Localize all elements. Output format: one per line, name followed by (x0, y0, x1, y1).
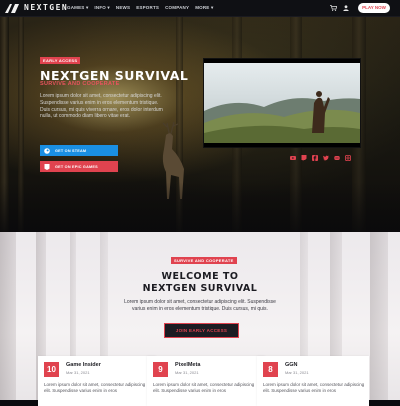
social-links (290, 155, 351, 161)
youtube-icon[interactable] (290, 155, 296, 161)
hero-subtitle: SURVIVE AND COOPERATE (40, 81, 120, 87)
epic-games-button[interactable]: GET ON EPIC GAMES (40, 161, 118, 172)
survive-badge: SURVIVE AND COOPERATE (171, 257, 237, 264)
review-text: Lorem ipsum dolor sit amet, consectetur … (153, 382, 255, 393)
review-text: Lorem ipsum dolor sit amet, consectetur … (44, 382, 146, 393)
menu-item-esports[interactable]: ESPORTS (136, 5, 159, 11)
early-access-badge: EARLY ACCESS (40, 57, 81, 64)
twitch-icon[interactable] (301, 155, 307, 161)
review-date: Mar 31, 2021 (175, 370, 199, 375)
menu-item-info[interactable]: INFO ▾ (94, 5, 109, 11)
review-card[interactable]: 10 Game Insider Mar 31, 2021 Lorem ipsum… (38, 356, 156, 406)
menu-item-more[interactable]: MORE ▾ (195, 5, 213, 11)
review-source: GGN (285, 362, 298, 368)
tree-trunk (0, 232, 16, 400)
cart-icon[interactable] (330, 5, 337, 11)
logo-text[interactable]: NEXTGEN (24, 3, 68, 12)
review-source: PixelMeta (175, 362, 201, 368)
user-icon[interactable] (343, 5, 349, 11)
trailer-video[interactable] (203, 58, 361, 148)
review-date: Mar 31, 2021 (66, 370, 90, 375)
epic-button-label: GET ON EPIC GAMES (55, 164, 98, 169)
review-source: Game Insider (66, 362, 101, 368)
discord-icon[interactable] (334, 155, 340, 161)
video-letterbox (204, 143, 360, 147)
main-menu: GAMES ▾ INFO ▾ NEWS ESPORTS COMPANY MORE… (67, 5, 213, 11)
hero-fade (0, 182, 400, 232)
welcome-description: Lorem ipsum dolor sit amet, consectetur … (124, 299, 276, 312)
review-score: 10 (44, 362, 59, 377)
review-score: 8 (263, 362, 278, 377)
hero-description: Lorem ipsum dolor sit amet, consectetur … (40, 93, 163, 120)
tree-trunk (370, 232, 388, 400)
twitter-icon[interactable] (323, 155, 329, 161)
steam-button[interactable]: GET ON STEAM (40, 145, 118, 156)
top-nav: NEXTGEN GAMES ▾ INFO ▾ NEWS ESPORTS COMP… (0, 0, 400, 17)
video-letterbox (204, 59, 360, 63)
steam-icon (44, 147, 50, 154)
steam-button-label: GET ON STEAM (55, 148, 87, 153)
review-date: Mar 31, 2021 (285, 370, 309, 375)
review-card[interactable]: 9 PixelMeta Mar 31, 2021 Lorem ipsum dol… (147, 356, 265, 406)
instagram-icon[interactable] (345, 155, 351, 161)
video-frame-image (204, 59, 360, 147)
menu-item-news[interactable]: NEWS (116, 5, 130, 11)
menu-item-games[interactable]: GAMES ▾ (67, 5, 88, 11)
review-card[interactable]: 8 GGN Mar 31, 2021 Lorem ipsum dolor sit… (257, 356, 369, 406)
review-score: 9 (153, 362, 168, 377)
join-early-access-button[interactable]: JOIN EARLY ACCESS (164, 323, 239, 338)
logo-icon[interactable] (5, 4, 19, 13)
epic-games-icon (44, 163, 50, 170)
facebook-icon[interactable] (312, 155, 318, 161)
review-text: Lorem ipsum dolor sit amet, consectetur … (263, 382, 365, 393)
play-now-button[interactable]: PLAY NOW (358, 3, 390, 13)
welcome-title-line1: WELCOME TO (161, 271, 239, 282)
menu-item-company[interactable]: COMPANY (165, 5, 189, 11)
welcome-title-line2: NEXTGEN SURVIVAL (142, 283, 258, 294)
